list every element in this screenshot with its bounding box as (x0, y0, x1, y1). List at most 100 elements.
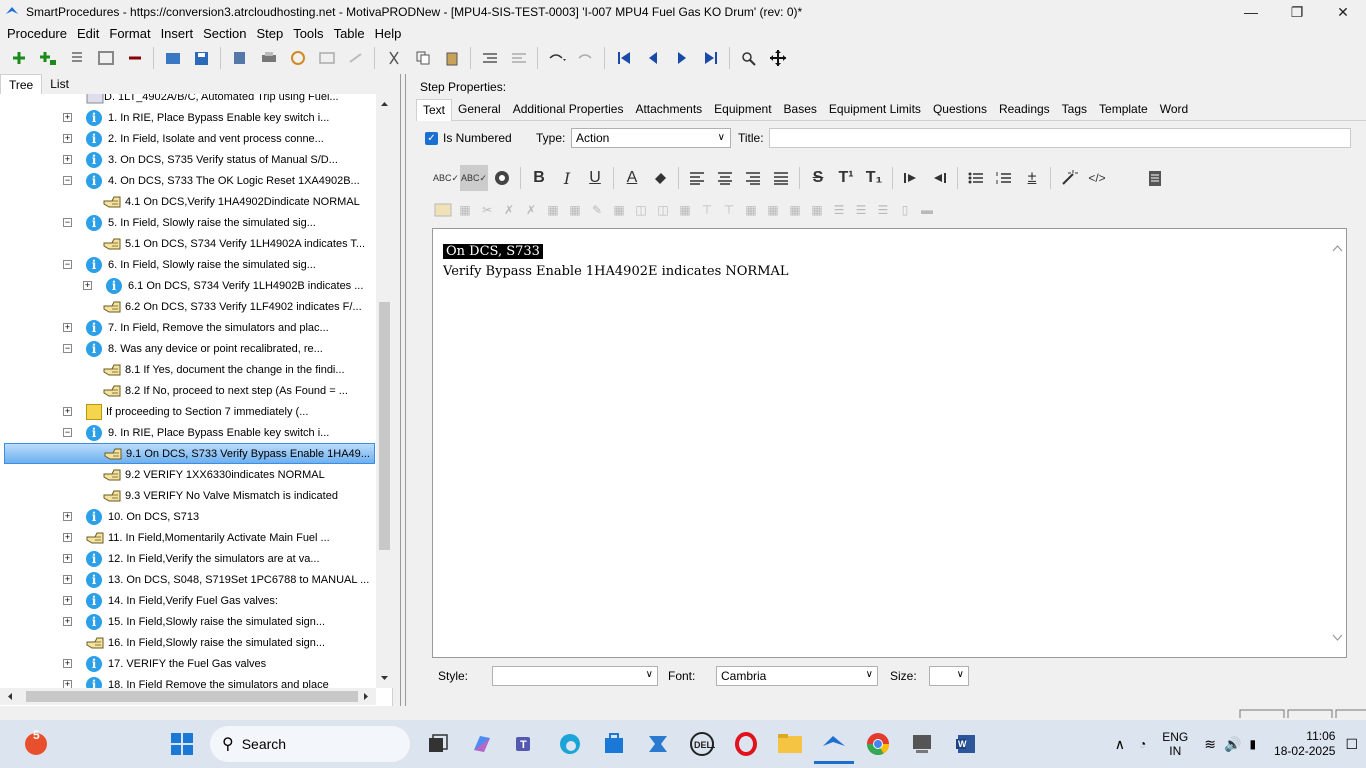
tree-item[interactable]: 9.3 VERIFY No Valve Mismatch is indicate… (0, 485, 376, 506)
cut-icon[interactable] (379, 45, 408, 71)
tree-item[interactable]: + i 15. In Field,Slowly raise the simulate… (0, 611, 376, 632)
tree-item[interactable]: + i 1. In RIE, Place Bypass Enable key swi… (0, 107, 376, 128)
word-icon[interactable]: W (946, 724, 986, 764)
menu-help[interactable]: Help (372, 26, 409, 41)
tree-item[interactable]: + i 2. In Field, Isolate and vent process … (0, 128, 376, 149)
tree-item[interactable]: 8.1 If Yes, document the change in the f… (0, 359, 376, 380)
expand-icon[interactable]: + (83, 281, 92, 290)
align-right-icon[interactable] (739, 165, 767, 191)
expand-icon[interactable]: + (63, 134, 72, 143)
prev-icon[interactable] (638, 45, 667, 71)
expand-icon[interactable]: + (63, 323, 72, 332)
file-explorer-icon[interactable] (770, 724, 810, 764)
copy-icon[interactable] (408, 45, 437, 71)
wifi-icon[interactable]: ≋ (1204, 736, 1216, 753)
tab-general[interactable]: General (452, 99, 507, 121)
tab-tree[interactable]: Tree (0, 74, 43, 94)
tab-equipment[interactable]: Equipment (708, 99, 777, 121)
bold-icon[interactable]: B (525, 165, 553, 191)
tree-item[interactable]: 5.1 On DCS, S734 Verify 1LH4902A indicat… (0, 233, 376, 254)
align-center-icon[interactable] (711, 165, 739, 191)
tree-item[interactable]: 9.1 On DCS, S733 Verify Bypass Enable 1H… (4, 443, 375, 464)
spellcheck-icon[interactable]: ABC✓ (432, 165, 460, 191)
indent-decrease-icon[interactable] (925, 165, 953, 191)
insert-row-below-icon[interactable]: ⊤ (718, 199, 740, 221)
symbol-icon[interactable] (488, 165, 516, 191)
minimize-button[interactable]: — (1228, 0, 1274, 24)
taskbar-search[interactable]: ⚲ Search (210, 726, 410, 762)
italic-icon[interactable]: I (553, 165, 581, 191)
add-icon[interactable] (4, 45, 33, 71)
font-color-icon[interactable]: A (618, 165, 646, 191)
indent-increase-icon[interactable] (897, 165, 925, 191)
table-delete-icon[interactable]: ▦ (454, 199, 476, 221)
menu-step[interactable]: Step (253, 26, 290, 41)
tree-item[interactable]: + i 18. In Field Remove the simulators and… (0, 674, 376, 688)
tree-item[interactable]: 6.2 On DCS, S733 Verify 1LF4902 indicate… (0, 296, 376, 317)
smartprocedures-taskbar-icon[interactable] (814, 724, 854, 764)
table-borders-icon[interactable]: ▦ (564, 199, 586, 221)
print-preview-icon[interactable] (1141, 165, 1169, 191)
expand-icon[interactable]: + (63, 113, 72, 122)
menu-section[interactable]: Section (200, 26, 253, 41)
magic-wand-icon[interactable] (1055, 165, 1083, 191)
title-input[interactable] (769, 128, 1351, 148)
link-icon[interactable] (283, 45, 312, 71)
superscript-icon[interactable]: T¹ (832, 165, 860, 191)
copilot-icon[interactable] (462, 724, 502, 764)
step-text-editor[interactable]: On DCS, S733 Verify Bypass Enable 1HA490… (432, 228, 1347, 658)
collapse-icon[interactable]: − (63, 344, 72, 353)
move-left-icon[interactable] (475, 45, 504, 71)
menu-format[interactable]: Format (106, 26, 157, 41)
start-button[interactable] (162, 724, 202, 764)
editor-scrollbar[interactable] (1329, 229, 1346, 657)
panel-splitter[interactable] (400, 74, 406, 706)
last-icon[interactable] (696, 45, 725, 71)
find-icon[interactable] (734, 45, 763, 71)
tab-additional-properties[interactable]: Additional Properties (507, 99, 630, 121)
notifications-icon[interactable]: ☐ (1345, 736, 1358, 753)
table-eraser-icon[interactable]: ▦ (608, 199, 630, 221)
highlight-icon[interactable] (646, 165, 674, 191)
table-split-icon[interactable]: ✗ (498, 199, 520, 221)
tree-item[interactable]: + i 6.1 On DCS, S734 Verify 1LH4902B indic… (0, 275, 376, 296)
delete-icon[interactable] (120, 45, 149, 71)
collapse-icon[interactable]: − (63, 218, 72, 227)
subscript-icon[interactable]: T₁ (860, 165, 888, 191)
tree-item[interactable]: + i 12. In Field,Verify the simulators are… (0, 548, 376, 569)
justify-icon[interactable] (767, 165, 795, 191)
tab-tags[interactable]: Tags (1056, 99, 1093, 121)
language-indicator[interactable]: ENG IN (1162, 730, 1188, 758)
delete-row-icon[interactable]: ▦ (740, 199, 762, 221)
insert-col-left-icon[interactable]: ◫ (630, 199, 652, 221)
align-left-icon[interactable] (683, 165, 711, 191)
chrome-icon[interactable] (858, 724, 898, 764)
store-icon[interactable] (594, 724, 634, 764)
redo-icon[interactable] (571, 45, 600, 71)
teams-icon[interactable]: T (506, 724, 546, 764)
insert-table-icon[interactable] (432, 199, 454, 221)
collapse-icon[interactable]: − (63, 260, 72, 269)
expand-icon[interactable]: + (63, 659, 72, 668)
row-height-icon[interactable]: ▬ (916, 199, 938, 221)
undo-icon[interactable] (542, 45, 571, 71)
add-child-icon[interactable] (33, 45, 62, 71)
task-view-icon[interactable] (418, 724, 458, 764)
collapse-icon[interactable]: − (63, 176, 72, 185)
maximize-button[interactable]: ❐ (1274, 0, 1320, 24)
expand-icon[interactable]: + (63, 680, 72, 688)
expand-icon[interactable]: + (63, 533, 72, 542)
menu-procedure[interactable]: Procedure (4, 26, 74, 41)
horizontal-rule-icon[interactable]: ± (1018, 165, 1046, 191)
tree-item[interactable]: − i 4. On DCS, S733 The OK Logic Reset 1XA… (0, 170, 376, 191)
delete-col-icon[interactable]: ▦ (674, 199, 696, 221)
chevron-up-icon[interactable]: ∧ (1115, 736, 1125, 753)
move-icon[interactable] (763, 45, 792, 71)
strikethrough-icon[interactable]: S (804, 165, 832, 191)
open-icon[interactable] (158, 45, 187, 71)
expand-icon[interactable]: + (63, 155, 72, 164)
dell-icon[interactable]: DELL (682, 724, 722, 764)
image-icon[interactable] (312, 45, 341, 71)
table-align-center-icon[interactable]: ☰ (850, 199, 872, 221)
next-icon[interactable] (667, 45, 696, 71)
